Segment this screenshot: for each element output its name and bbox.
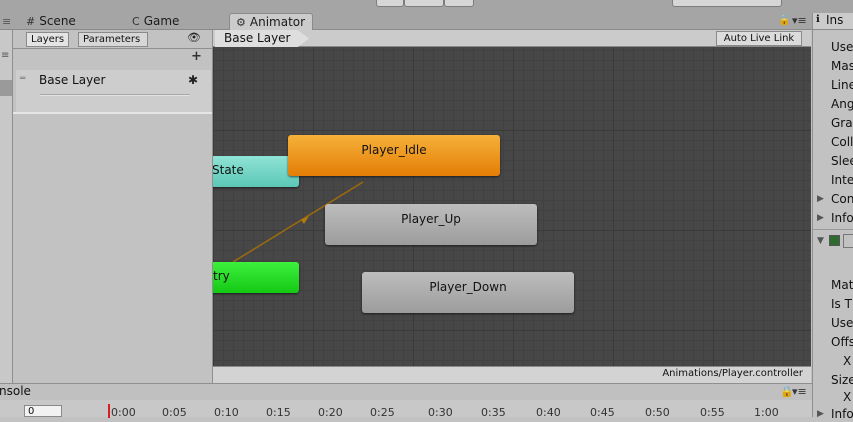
inspector-row: Size <box>831 373 853 387</box>
tab-game[interactable]: C Game <box>126 13 226 30</box>
inspector-foldout[interactable]: Info <box>831 406 853 422</box>
tab-console[interactable]: nsole <box>0 384 31 398</box>
layers-panel: Layers Parameters 👁 + ═ Base Layer ✱ <box>13 30 213 383</box>
time-tick: 0:15 <box>266 406 291 419</box>
foldout-arrow-icon[interactable]: ▶ <box>817 213 824 223</box>
console-tab-bar: nsole 🔒 ▾≡ <box>0 384 812 400</box>
scene-icon: # <box>26 15 36 28</box>
inspector-row: Ang <box>831 97 853 111</box>
inspector-row: Slee <box>831 154 853 168</box>
inspector-row: Mas <box>831 59 853 73</box>
inspector-row: Inte <box>831 173 853 187</box>
player-idle-node[interactable]: Player_Idle <box>288 135 500 176</box>
list-icon: ≡ <box>1 50 10 61</box>
time-tick: 0:55 <box>700 406 725 419</box>
add-layer-button[interactable]: + <box>191 49 202 64</box>
eye-icon[interactable]: 👁 <box>187 31 201 44</box>
play-button[interactable] <box>376 0 404 7</box>
inspector-row: Coll <box>831 135 853 149</box>
animator-graph[interactable]: Base Layer Auto Live Link State Player_I… <box>213 30 811 383</box>
time-tick: 0:10 <box>214 406 239 419</box>
gear-icon[interactable]: ✱ <box>188 73 198 87</box>
component-icon <box>843 234 853 248</box>
time-tick: 0:45 <box>590 406 615 419</box>
hierarchy-panel-edge: ≡ <box>0 30 13 383</box>
foldout-arrow-icon[interactable]: ▶ <box>817 194 824 204</box>
layers-dropdown[interactable] <box>672 0 782 7</box>
inspector-row: Use <box>831 316 853 330</box>
inspector-row: Line <box>831 78 853 92</box>
time-tick: 0:50 <box>645 406 670 419</box>
game-icon: C <box>132 15 140 28</box>
controller-path: Animations/Player.controller <box>662 368 803 379</box>
time-tick: 1:00 <box>754 406 779 419</box>
step-button[interactable] <box>444 0 474 7</box>
menu-icon[interactable]: ≡ <box>2 15 11 28</box>
tab-parameters[interactable]: Parameters <box>78 32 148 47</box>
component-foldout-icon[interactable]: ▼ <box>817 236 824 246</box>
divider <box>13 112 212 114</box>
drag-handle-icon[interactable]: ═ <box>20 74 25 84</box>
time-tick: 0:00 <box>111 406 136 419</box>
info-icon: ℹ <box>816 14 820 25</box>
tab-scene[interactable]: # Scene <box>20 13 120 30</box>
graph-footer: Animations/Player.controller <box>213 366 811 383</box>
lock-icon[interactable]: 🔒 <box>778 15 790 26</box>
layer-name: Base Layer <box>39 73 106 87</box>
weight-slider[interactable] <box>40 94 190 96</box>
component-enable-checkbox[interactable] <box>829 235 840 246</box>
tab-menu-icon[interactable]: ▾≡ <box>792 14 807 27</box>
time-tick: 0:05 <box>162 406 187 419</box>
inspector-foldout[interactable]: Info <box>831 210 853 226</box>
inspector-row: X <box>843 354 852 368</box>
inspector-row: Use <box>831 40 853 54</box>
playhead[interactable] <box>108 404 110 418</box>
toolbar <box>0 0 853 13</box>
player-up-node[interactable]: Player_Up <box>325 204 537 245</box>
inspector-panel: ℹ Ins Use Mas Line Ang Gra Coll Slee Int… <box>812 13 853 421</box>
divider <box>13 48 212 49</box>
layer-item-base[interactable]: ═ Base Layer ✱ <box>16 70 211 114</box>
any-state-node[interactable]: State <box>213 156 299 187</box>
entry-node[interactable]: try <box>213 262 299 293</box>
tab-animator[interactable]: ⚙ Animator <box>229 13 313 30</box>
tab-menu-icon[interactable]: ▾≡ <box>792 385 807 398</box>
frame-field[interactable]: 0 <box>24 405 62 417</box>
time-tick: 0:30 <box>428 406 453 419</box>
time-tick: 0:25 <box>370 406 395 419</box>
editor-tab-strip: ≡ # Scene C Game ⚙ Animator 🔒 ▾≡ <box>0 13 812 30</box>
inspector-row: X <box>843 390 852 404</box>
foldout-arrow-icon[interactable]: ▶ <box>817 409 824 419</box>
console-panel: nsole 🔒 ▾≡ 0 0:00 0:05 0:10 0:15 0:20 0:… <box>0 383 812 419</box>
selected-row[interactable] <box>0 80 12 96</box>
inspector-row: Offs <box>831 335 853 349</box>
inspector-row: Mate <box>831 278 853 292</box>
divider <box>813 229 853 230</box>
animator-icon: ⚙ <box>236 16 246 29</box>
inspector-row: Is T <box>831 297 852 311</box>
pause-button[interactable] <box>404 0 444 7</box>
tab-layers[interactable]: Layers <box>26 32 70 47</box>
tab-inspector[interactable]: ℹ Ins <box>813 13 853 30</box>
inspector-foldout[interactable]: Con <box>831 191 853 207</box>
time-tick: 0:35 <box>481 406 506 419</box>
player-down-node[interactable]: Player_Down <box>362 272 574 313</box>
inspector-row: Gra <box>831 116 853 130</box>
time-tick: 0:20 <box>318 406 343 419</box>
time-tick: 0:40 <box>536 406 561 419</box>
